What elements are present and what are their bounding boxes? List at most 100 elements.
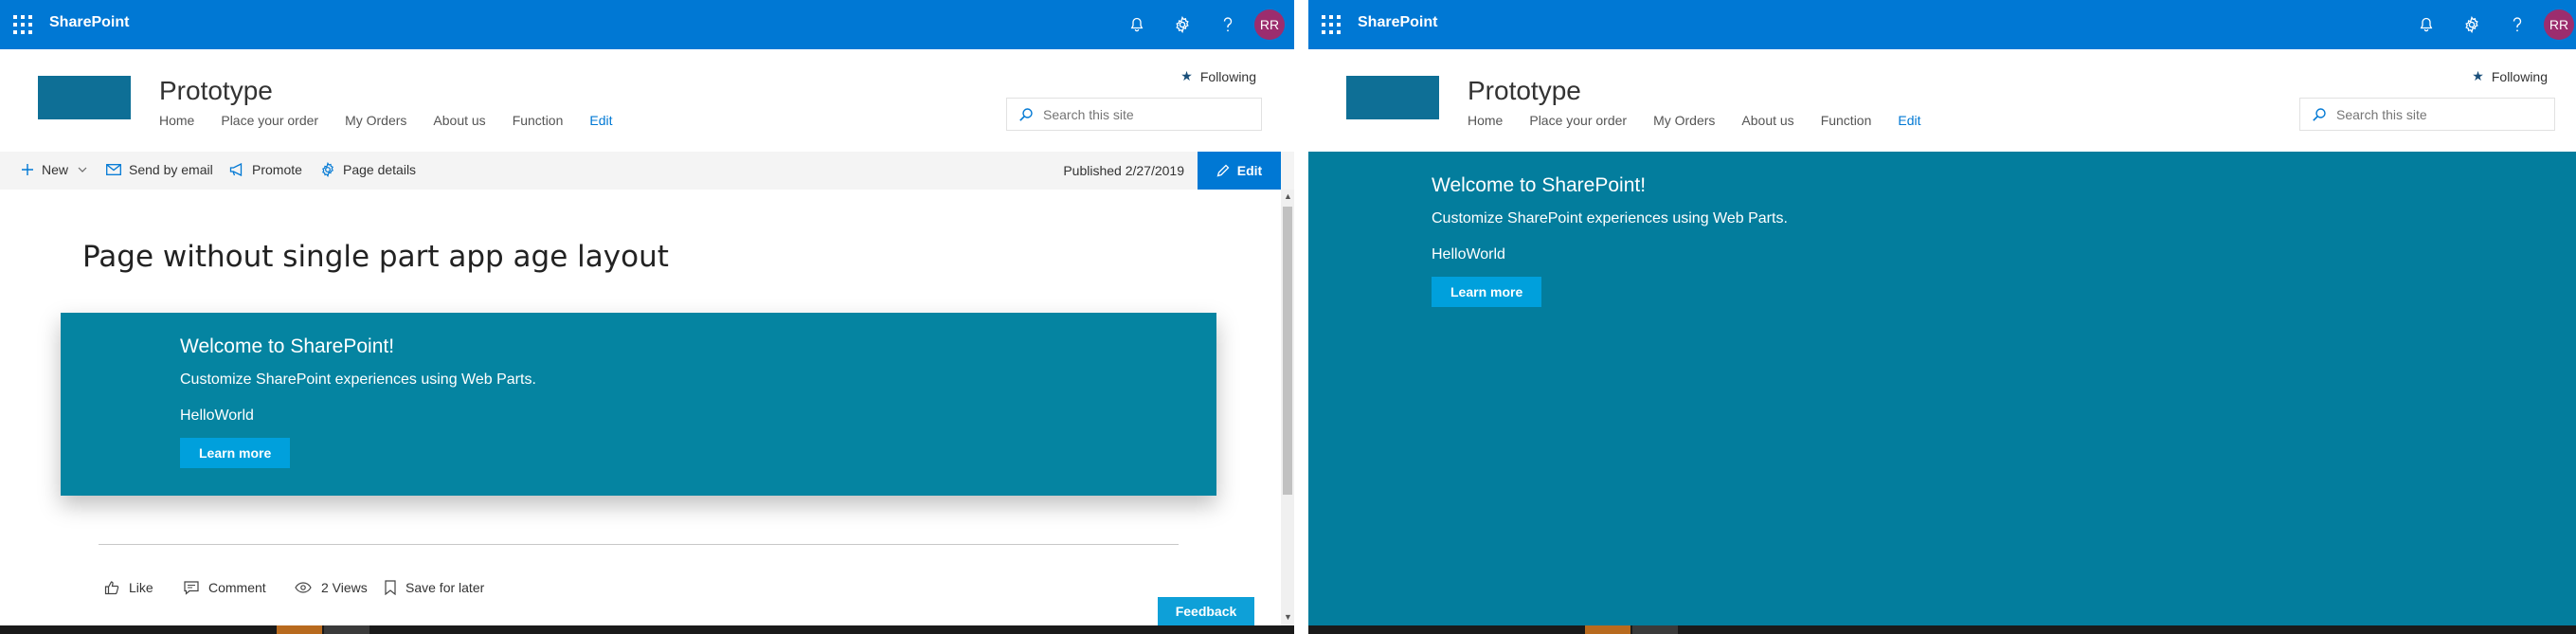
webpart-name: HelloWorld bbox=[180, 408, 254, 424]
send-by-email-button[interactable]: Send by email bbox=[106, 162, 213, 177]
site-title[interactable]: Prototype bbox=[159, 76, 273, 106]
site-search-box[interactable] bbox=[2299, 98, 2555, 131]
following-label: Following bbox=[1199, 68, 1256, 84]
vertical-scrollbar[interactable]: ▲ ▼ bbox=[1281, 190, 1294, 625]
site-title[interactable]: Prototype bbox=[1468, 76, 1581, 106]
page-details-label: Page details bbox=[343, 162, 417, 177]
webpart-description: Customize SharePoint experiences using W… bbox=[180, 371, 536, 388]
scroll-down-arrow-icon[interactable]: ▼ bbox=[1284, 612, 1292, 622]
settings-gear-icon[interactable] bbox=[1160, 0, 1205, 49]
comment-icon bbox=[184, 580, 199, 595]
following-button[interactable]: ★ Following bbox=[1180, 68, 1256, 84]
site-navigation: Home Place your order My Orders About us… bbox=[1468, 113, 1948, 128]
nav-about-us[interactable]: About us bbox=[1741, 113, 1793, 128]
taskbar-app-icon[interactable] bbox=[324, 625, 369, 634]
site-search-box[interactable] bbox=[1006, 98, 1262, 131]
nav-edit-link[interactable]: Edit bbox=[589, 113, 612, 128]
webpart-body: Welcome to SharePoint! Customize SharePo… bbox=[1432, 174, 1788, 307]
suite-icons: RR bbox=[1114, 0, 1294, 49]
nav-about-us[interactable]: About us bbox=[433, 113, 485, 128]
content-divider bbox=[99, 544, 1179, 545]
nav-place-your-order[interactable]: Place your order bbox=[1529, 113, 1627, 128]
suite-bar: SharePoint RR bbox=[0, 0, 1294, 49]
site-logo[interactable] bbox=[1346, 76, 1439, 119]
os-taskbar bbox=[1308, 625, 2576, 634]
notifications-bell-icon[interactable] bbox=[2404, 0, 2449, 49]
app-launcher-icon[interactable] bbox=[13, 15, 32, 34]
thumbs-up-icon bbox=[104, 581, 119, 595]
hello-world-webpart: Welcome to SharePoint! Customize SharePo… bbox=[61, 313, 1216, 496]
mail-icon bbox=[106, 164, 121, 175]
help-question-icon[interactable] bbox=[2495, 0, 2540, 49]
comment-button[interactable]: Comment bbox=[184, 580, 266, 595]
site-logo[interactable] bbox=[38, 76, 131, 119]
page-details-button[interactable]: Page details bbox=[320, 162, 416, 177]
pencil-icon bbox=[1216, 164, 1230, 177]
nav-my-orders[interactable]: My Orders bbox=[345, 113, 406, 128]
scroll-up-arrow-icon[interactable]: ▲ bbox=[1284, 191, 1292, 201]
comment-label: Comment bbox=[208, 580, 266, 595]
hello-world-webpart-fullpage: Welcome to SharePoint! Customize SharePo… bbox=[1308, 152, 2576, 625]
learn-more-button[interactable]: Learn more bbox=[180, 438, 291, 468]
page-title: Page without single part app age layout bbox=[82, 240, 669, 274]
user-avatar[interactable]: RR bbox=[1254, 9, 1285, 40]
star-icon: ★ bbox=[2472, 68, 2484, 83]
taskbar-app-icon[interactable] bbox=[1585, 625, 1630, 634]
brand-name[interactable]: SharePoint bbox=[49, 14, 129, 31]
taskbar-app-icon[interactable] bbox=[1632, 625, 1678, 634]
nav-edit-link[interactable]: Edit bbox=[1898, 113, 1920, 128]
following-button[interactable]: ★ Following bbox=[2472, 68, 2548, 84]
search-icon bbox=[2313, 107, 2326, 121]
command-bar: New Send by email Promote Page details P… bbox=[0, 152, 1294, 190]
webpart-description: Customize SharePoint experiences using W… bbox=[1432, 210, 1788, 226]
webpart-name: HelloWorld bbox=[1432, 246, 1505, 263]
right-window: SharePoint RR Prototype Home Place your … bbox=[1308, 0, 2576, 634]
views-count: 2 Views bbox=[295, 580, 368, 595]
new-label: New bbox=[42, 162, 69, 177]
nav-function[interactable]: Function bbox=[1821, 113, 1872, 128]
nav-my-orders[interactable]: My Orders bbox=[1653, 113, 1715, 128]
new-button[interactable]: New bbox=[21, 162, 87, 177]
like-label: Like bbox=[129, 580, 153, 595]
learn-more-button[interactable]: Learn more bbox=[1432, 277, 1542, 307]
settings-gear-icon[interactable] bbox=[2449, 0, 2495, 49]
nav-home[interactable]: Home bbox=[1468, 113, 1503, 128]
plus-icon bbox=[22, 164, 33, 175]
nav-function[interactable]: Function bbox=[513, 113, 564, 128]
edit-page-button[interactable]: Edit bbox=[1198, 152, 1281, 190]
search-input[interactable] bbox=[2336, 106, 2535, 122]
brand-name[interactable]: SharePoint bbox=[1358, 14, 1437, 31]
scrollbar-thumb[interactable] bbox=[1283, 207, 1292, 495]
taskbar-app-icon[interactable] bbox=[277, 625, 322, 634]
promote-label: Promote bbox=[252, 162, 302, 177]
like-button[interactable]: Like bbox=[104, 580, 153, 595]
save-for-later-button[interactable]: Save for later bbox=[385, 580, 484, 595]
webpart-body: Welcome to SharePoint! Customize SharePo… bbox=[180, 335, 536, 468]
welcome-heading: Welcome to SharePoint! bbox=[180, 335, 395, 357]
search-input[interactable] bbox=[1043, 106, 1242, 122]
promote-button[interactable]: Promote bbox=[229, 162, 302, 177]
search-icon bbox=[1019, 107, 1033, 121]
window-gap bbox=[1294, 0, 1308, 634]
nav-home[interactable]: Home bbox=[159, 113, 194, 128]
send-by-email-label: Send by email bbox=[129, 162, 213, 177]
following-label: Following bbox=[2491, 68, 2548, 84]
edit-label: Edit bbox=[1236, 163, 1263, 178]
published-status: Published 2/27/2019 bbox=[1063, 163, 1184, 178]
site-header: Prototype Home Place your order My Order… bbox=[0, 49, 1294, 152]
notifications-bell-icon[interactable] bbox=[1114, 0, 1160, 49]
suite-bar: SharePoint RR bbox=[1308, 0, 2576, 49]
left-window: SharePoint RR Prototype Home Place your … bbox=[0, 0, 1294, 634]
gear-icon bbox=[322, 162, 333, 177]
app-launcher-icon[interactable] bbox=[1322, 15, 1341, 34]
nav-place-your-order[interactable]: Place your order bbox=[221, 113, 318, 128]
welcome-heading: Welcome to SharePoint! bbox=[1432, 174, 1647, 196]
chevron-down-icon bbox=[78, 167, 87, 172]
bookmark-icon bbox=[385, 580, 396, 595]
megaphone-icon bbox=[229, 163, 243, 176]
help-question-icon[interactable] bbox=[1205, 0, 1251, 49]
user-avatar[interactable]: RR bbox=[2544, 9, 2574, 40]
feedback-button[interactable]: Feedback bbox=[1158, 597, 1254, 625]
page-content: Page without single part app age layout … bbox=[0, 190, 1281, 625]
save-for-later-label: Save for later bbox=[405, 580, 485, 595]
